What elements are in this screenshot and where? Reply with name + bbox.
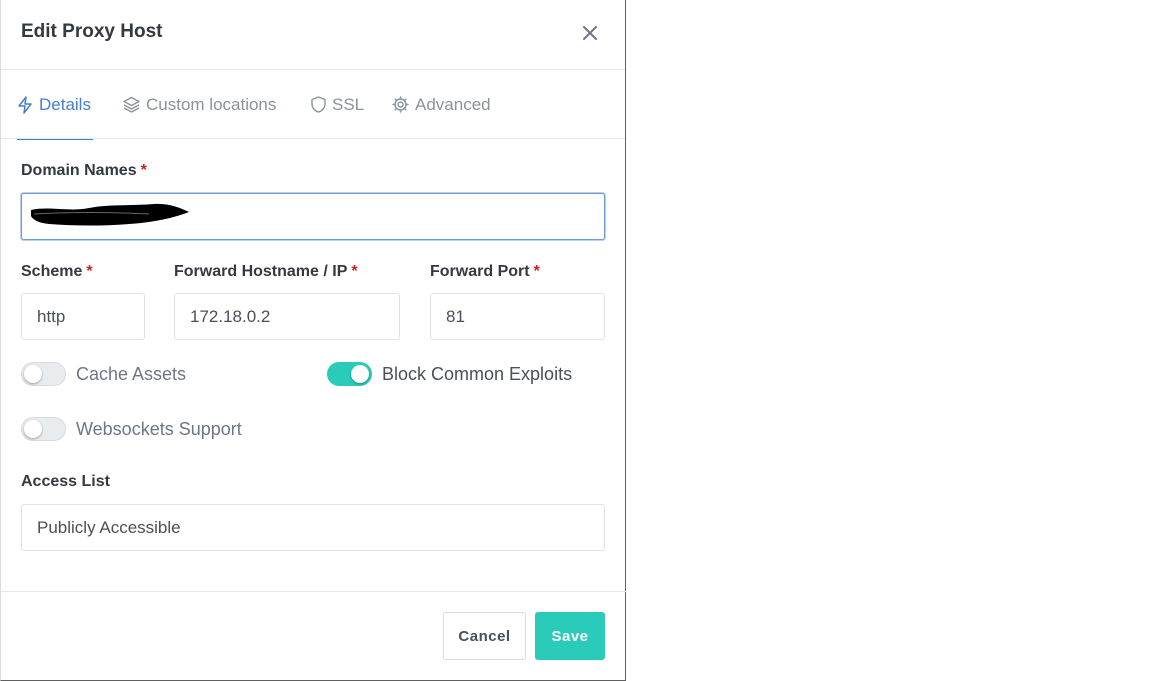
tab-advanced[interactable]: Advanced [392, 70, 491, 139]
websockets-support-switch[interactable] [21, 417, 66, 441]
cache-assets-label: Cache Assets [76, 363, 187, 384]
forward-hostname-value: 172.18.0.2 [190, 306, 271, 326]
redaction-scribble [31, 203, 189, 226]
block-common-exploits-toggle[interactable]: Block Common Exploits [327, 362, 572, 386]
close-button[interactable] [577, 20, 603, 46]
required-mark: * [533, 263, 540, 280]
tab-custom-locations-label: Custom locations [146, 94, 277, 114]
block-common-exploits-switch[interactable] [327, 362, 372, 386]
forward-port-value: 81 [446, 306, 465, 326]
cache-assets-switch[interactable] [21, 362, 66, 386]
tab-details-label: Details [39, 94, 91, 114]
cache-assets-toggle[interactable]: Cache Assets [21, 362, 186, 386]
tab-advanced-label: Advanced [415, 94, 491, 114]
modal-title: Edit Proxy Host [21, 21, 163, 42]
switch-knob [24, 420, 42, 438]
access-list-label: Access List [21, 473, 110, 490]
forward-hostname-label-text: Forward Hostname / IP [174, 263, 348, 280]
websockets-support-toggle[interactable]: Websockets Support [21, 417, 242, 441]
layers-icon [123, 96, 140, 113]
access-list-select[interactable]: Publicly Accessible [21, 504, 605, 551]
tab-details[interactable]: Details [17, 70, 93, 140]
forward-hostname-input[interactable]: 172.18.0.2 [174, 293, 400, 340]
modal-header: Edit Proxy Host [1, 0, 625, 70]
scheme-input[interactable]: http [21, 293, 145, 340]
tab-bar: Details Custom locations SSL Advanced [1, 70, 625, 140]
domain-names-label: Domain Names * [21, 162, 147, 180]
forward-hostname-label: Forward Hostname / IP * [174, 263, 358, 281]
shield-icon [311, 96, 326, 113]
switch-knob [351, 365, 369, 383]
scheme-value: http [37, 306, 66, 326]
scheme-label: Scheme * [21, 263, 93, 281]
required-mark: * [86, 263, 93, 280]
forward-port-input[interactable]: 81 [430, 293, 605, 340]
lightning-icon [18, 95, 32, 114]
edit-proxy-host-modal: Edit Proxy Host Details Custom locations [0, 0, 626, 681]
required-mark: * [140, 162, 147, 179]
access-list-value: Publicly Accessible [37, 517, 181, 537]
tab-ssl[interactable]: SSL [311, 70, 364, 139]
modal-footer: Cancel Save [1, 591, 626, 681]
domain-names-label-text: Domain Names [21, 162, 137, 179]
required-mark: * [351, 263, 358, 280]
scheme-label-text: Scheme [21, 263, 83, 280]
cancel-button[interactable]: Cancel [443, 612, 526, 660]
save-button[interactable]: Save [535, 612, 605, 660]
websockets-support-label: Websockets Support [76, 418, 242, 439]
gear-icon [392, 96, 409, 113]
block-common-exploits-label: Block Common Exploits [382, 363, 573, 384]
forward-port-label-text: Forward Port [430, 263, 530, 280]
forward-port-label: Forward Port * [430, 263, 540, 281]
tab-custom-locations[interactable]: Custom locations [123, 70, 276, 139]
switch-knob [24, 365, 42, 383]
close-icon [583, 26, 597, 40]
tab-ssl-label: SSL [332, 94, 365, 114]
